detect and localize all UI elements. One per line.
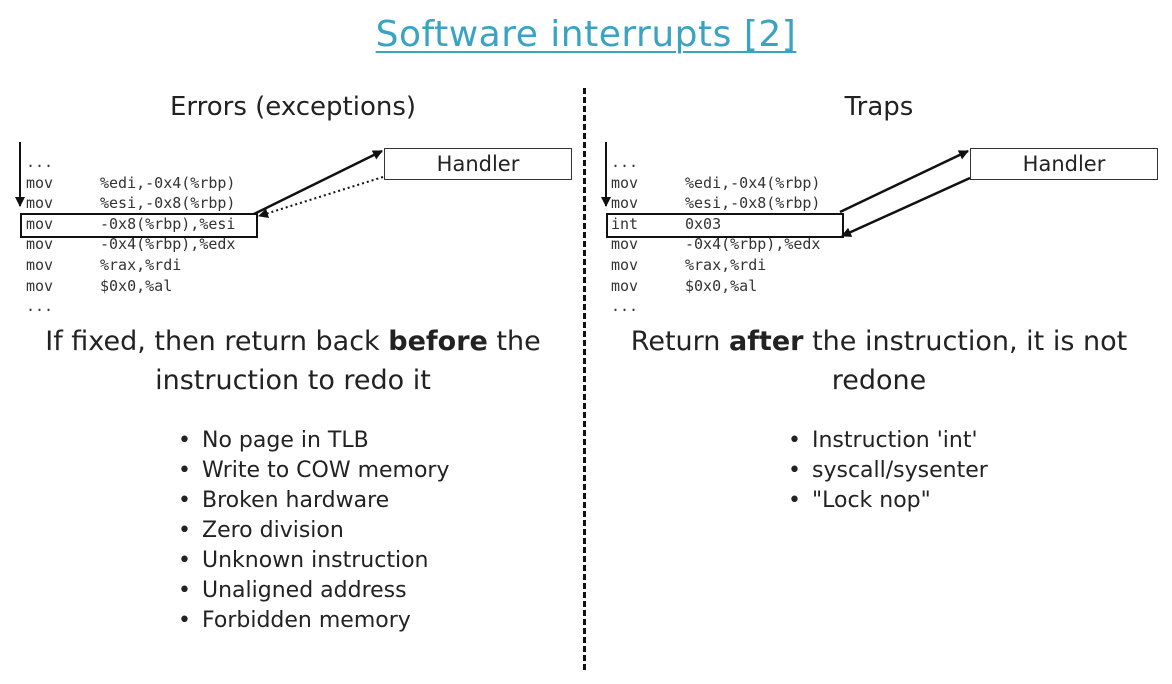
- list-item: Forbidden memory: [178, 606, 450, 636]
- list-item: Zero division: [178, 516, 450, 546]
- list-item: Unknown instruction: [178, 546, 450, 576]
- list-item: "Lock nop": [788, 486, 988, 516]
- to-handler-arrow: [839, 149, 969, 214]
- traps-column: Traps ... mov %edi,-0x4(%rbp) mov %esi,-0x…: [586, 0, 1172, 684]
- list-item: Instruction 'int': [788, 426, 988, 456]
- errors-bullet-list: No page in TLB Write to COW memory Broke…: [178, 426, 450, 636]
- return-before-arrow: [258, 176, 384, 219]
- errors-flow-arrows: [15, 142, 384, 219]
- traps-bullet-list: Instruction 'int' syscall/sysenter "Lock…: [788, 426, 988, 516]
- errors-column: Errors (exceptions) ... mov %edi,-0x4(%rb…: [0, 0, 586, 684]
- return-after-arrow: [841, 176, 971, 238]
- list-item: Broken hardware: [178, 486, 450, 516]
- list-item: syscall/sysenter: [788, 456, 988, 486]
- errors-description: If fixed, then return back before the in…: [45, 326, 541, 396]
- traps-flow-arrows: [601, 142, 971, 238]
- traps-description: Return after the instruction, it is not …: [630, 326, 1128, 396]
- list-item: Unaligned address: [178, 576, 450, 606]
- list-item: No page in TLB: [178, 426, 450, 456]
- list-item: Write to COW memory: [178, 456, 450, 486]
